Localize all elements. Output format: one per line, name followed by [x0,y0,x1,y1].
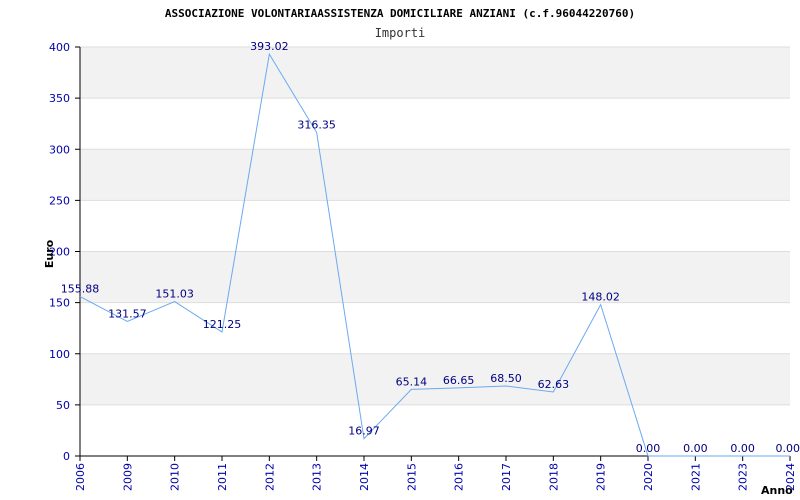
x-tick-label: 2021 [689,463,702,491]
data-label: 151.03 [155,288,194,301]
data-label: 0.00 [730,442,755,455]
x-tick-label: 2017 [500,463,513,491]
x-tick-label: 2019 [595,463,608,491]
data-label: 0.00 [636,442,661,455]
x-axis-label: Anno [761,484,793,497]
data-label: 65.14 [396,375,428,388]
y-axis-label: Euro [43,239,56,268]
y-tick-label: 150 [49,297,70,310]
plot-band [80,200,790,252]
plot-band [80,98,790,150]
line-chart: 050100150200250300350400 2006 2009 2010 201… [43,7,800,497]
x-tick-label: 2015 [405,463,418,491]
data-label: 131.57 [108,307,147,320]
x-tick-label: 2018 [547,463,560,491]
data-label: 316.35 [297,119,336,132]
data-label: 62.63 [538,378,570,391]
x-tick-label: 2010 [169,463,182,491]
y-tick-label: 100 [49,348,70,361]
chart-subtitle: Importi [375,26,426,40]
x-tick-label: 2016 [453,463,466,491]
data-label: 16.97 [348,425,380,438]
plot-band [80,47,790,99]
data-label: 393.02 [250,40,289,53]
data-label: 121.25 [203,318,242,331]
y-tick-label: 350 [49,92,70,105]
x-tick-label: 2014 [358,463,371,491]
x-tick-label: 2013 [311,463,324,491]
y-tick-label: 50 [56,399,70,412]
data-label: 0.00 [776,442,800,455]
data-label: 68.50 [490,372,522,385]
x-tick-label: 2023 [737,463,750,491]
y-tick-label: 0 [63,450,70,463]
data-label: 148.02 [581,291,620,304]
x-tick-label: 2009 [121,463,134,491]
data-label: 66.65 [443,374,475,387]
x-tick-label: 2006 [74,463,87,491]
plot-band [80,353,790,405]
x-tick-label: 2020 [642,463,655,491]
chart-title: ASSOCIAZIONE VOLONTARIAASSISTENZA DOMICI… [165,7,635,20]
y-tick-label: 400 [49,41,70,54]
data-label: 0.00 [683,442,708,455]
y-tick-label: 250 [49,194,70,207]
plot-band [80,149,790,201]
plot-band [80,302,790,354]
data-label: 155.88 [61,283,100,296]
x-axis-ticks: 2006 2009 2010 2011 2012 2013 2014 2015 2016 2017… [74,456,797,491]
x-tick-label: 2011 [216,463,229,491]
y-tick-label: 300 [49,143,70,156]
x-tick-label: 2012 [263,463,276,491]
